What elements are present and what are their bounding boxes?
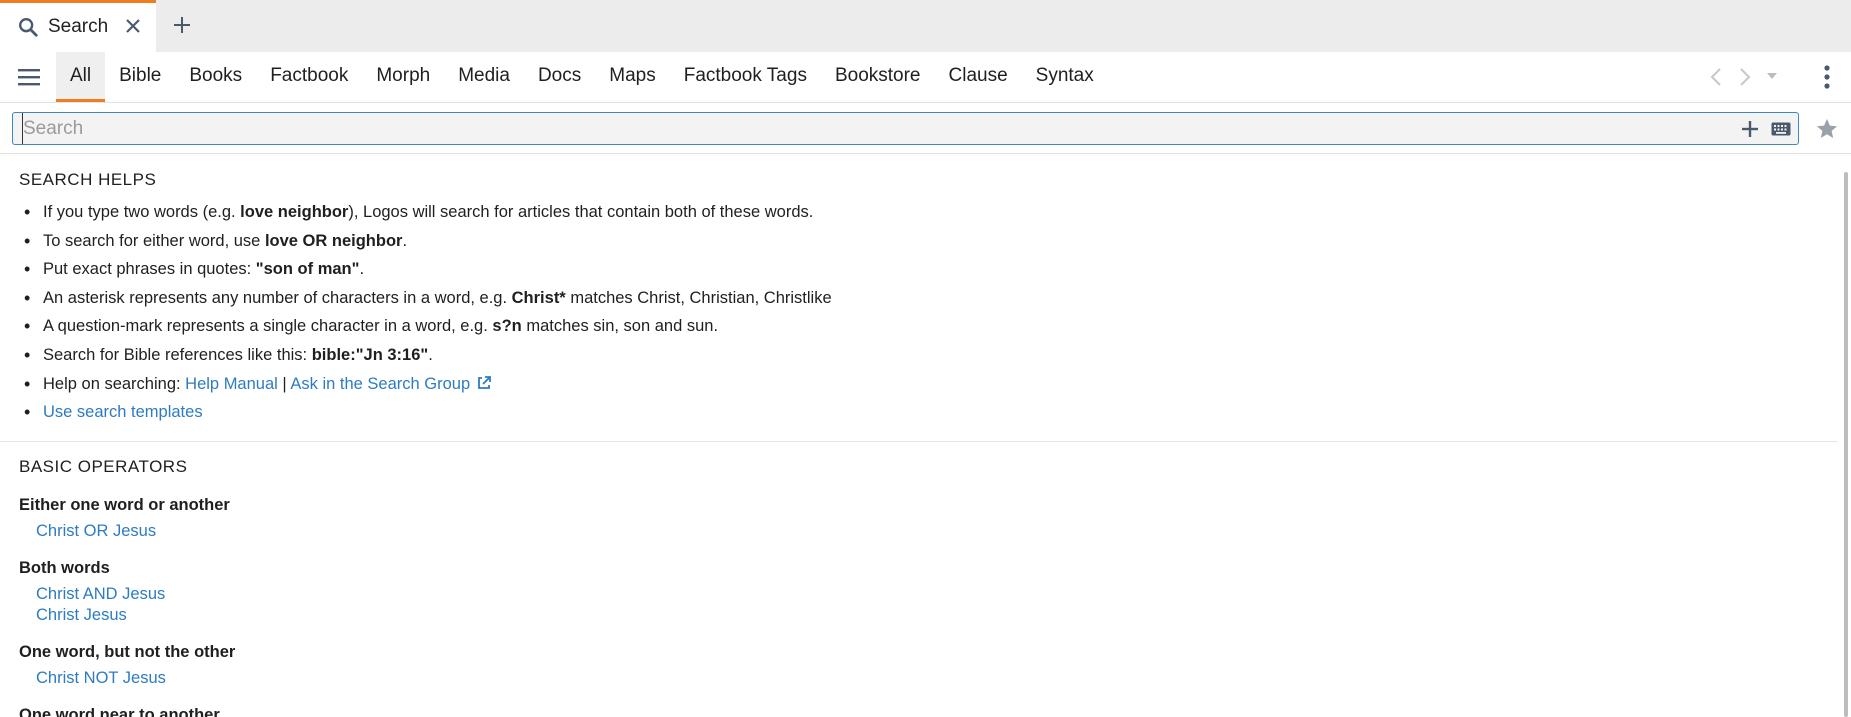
add-plus-icon[interactable] [1741, 120, 1759, 138]
tab-books[interactable]: Books [175, 52, 256, 102]
help-manual-link[interactable]: Help Manual [185, 375, 278, 393]
search-row [0, 103, 1851, 154]
tab-factbook-tags[interactable]: Factbook Tags [670, 52, 821, 102]
tab-all[interactable]: All [56, 52, 106, 102]
tab-bible[interactable]: Bible [105, 52, 175, 102]
tab-clause[interactable]: Clause [935, 52, 1022, 102]
search-input[interactable] [22, 113, 1733, 144]
help-item: If you type two words (e.g. love neighbo… [19, 198, 832, 227]
favorite-star-icon[interactable] [1815, 117, 1839, 141]
history-dropdown-icon[interactable] [1766, 71, 1778, 81]
external-link-icon [478, 375, 492, 389]
more-options-icon[interactable] [1820, 64, 1834, 90]
tab-morph[interactable]: Morph [362, 52, 444, 102]
operator-heading: Both words [19, 559, 110, 577]
search-kind-navbar: All Bible Books Factbook Morph Media Doc… [0, 52, 1851, 103]
scrollbar-thumb[interactable] [1844, 172, 1848, 717]
tab-syntax[interactable]: Syntax [1022, 52, 1108, 102]
search-helps-title: SEARCH HELPS [19, 170, 157, 189]
forward-arrow-icon[interactable] [1737, 66, 1753, 88]
keyboard-icon[interactable] [1771, 122, 1791, 136]
operator-heading: One word near to another [19, 706, 220, 717]
close-icon[interactable] [124, 17, 142, 35]
new-tab-plus-icon[interactable] [172, 15, 192, 35]
operator-example-link[interactable]: Christ AND Jesus [36, 585, 165, 604]
tab-bookstore[interactable]: Bookstore [821, 52, 935, 102]
tab-media[interactable]: Media [444, 52, 524, 102]
tab-title: Search [48, 16, 109, 37]
search-tab[interactable]: Search [0, 0, 156, 52]
search-helps-list: If you type two words (e.g. love neighbo… [19, 198, 832, 427]
tab-strip: Search [0, 0, 1851, 52]
help-item: Use search templates [19, 398, 832, 427]
search-group-link[interactable]: Ask in the Search Group [290, 375, 470, 393]
tab-maps[interactable]: Maps [595, 52, 669, 102]
search-templates-link[interactable]: Use search templates [43, 403, 203, 421]
search-box [12, 112, 1799, 145]
search-helps-panel: SEARCH HELPS If you type two words (e.g.… [0, 154, 1838, 717]
help-item: A question-mark represents a single char… [19, 312, 832, 341]
help-item: Search for Bible references like this: b… [19, 341, 832, 370]
help-item: Help on searching: Help Manual | Ask in … [19, 370, 832, 399]
basic-operators-title: BASIC OPERATORS [19, 457, 188, 476]
tab-factbook[interactable]: Factbook [256, 52, 362, 102]
operator-example-link[interactable]: Christ Jesus [36, 606, 127, 625]
operator-heading: One word, but not the other [19, 643, 236, 661]
help-item: Put exact phrases in quotes: "son of man… [19, 255, 832, 284]
operator-example-link[interactable]: Christ NOT Jesus [36, 669, 166, 688]
back-arrow-icon[interactable] [1708, 66, 1724, 88]
help-item: To search for either word, use love OR n… [19, 227, 832, 256]
operator-heading: Either one word or another [19, 496, 230, 514]
operator-example-link[interactable]: Christ OR Jesus [36, 522, 156, 541]
hamburger-menu-icon[interactable] [18, 67, 40, 87]
help-item: An asterisk represents any number of cha… [19, 284, 832, 313]
search-icon [19, 18, 38, 37]
search-kind-tabs: All Bible Books Factbook Morph Media Doc… [56, 52, 1108, 102]
tab-docs[interactable]: Docs [524, 52, 595, 102]
section-divider [0, 441, 1838, 442]
